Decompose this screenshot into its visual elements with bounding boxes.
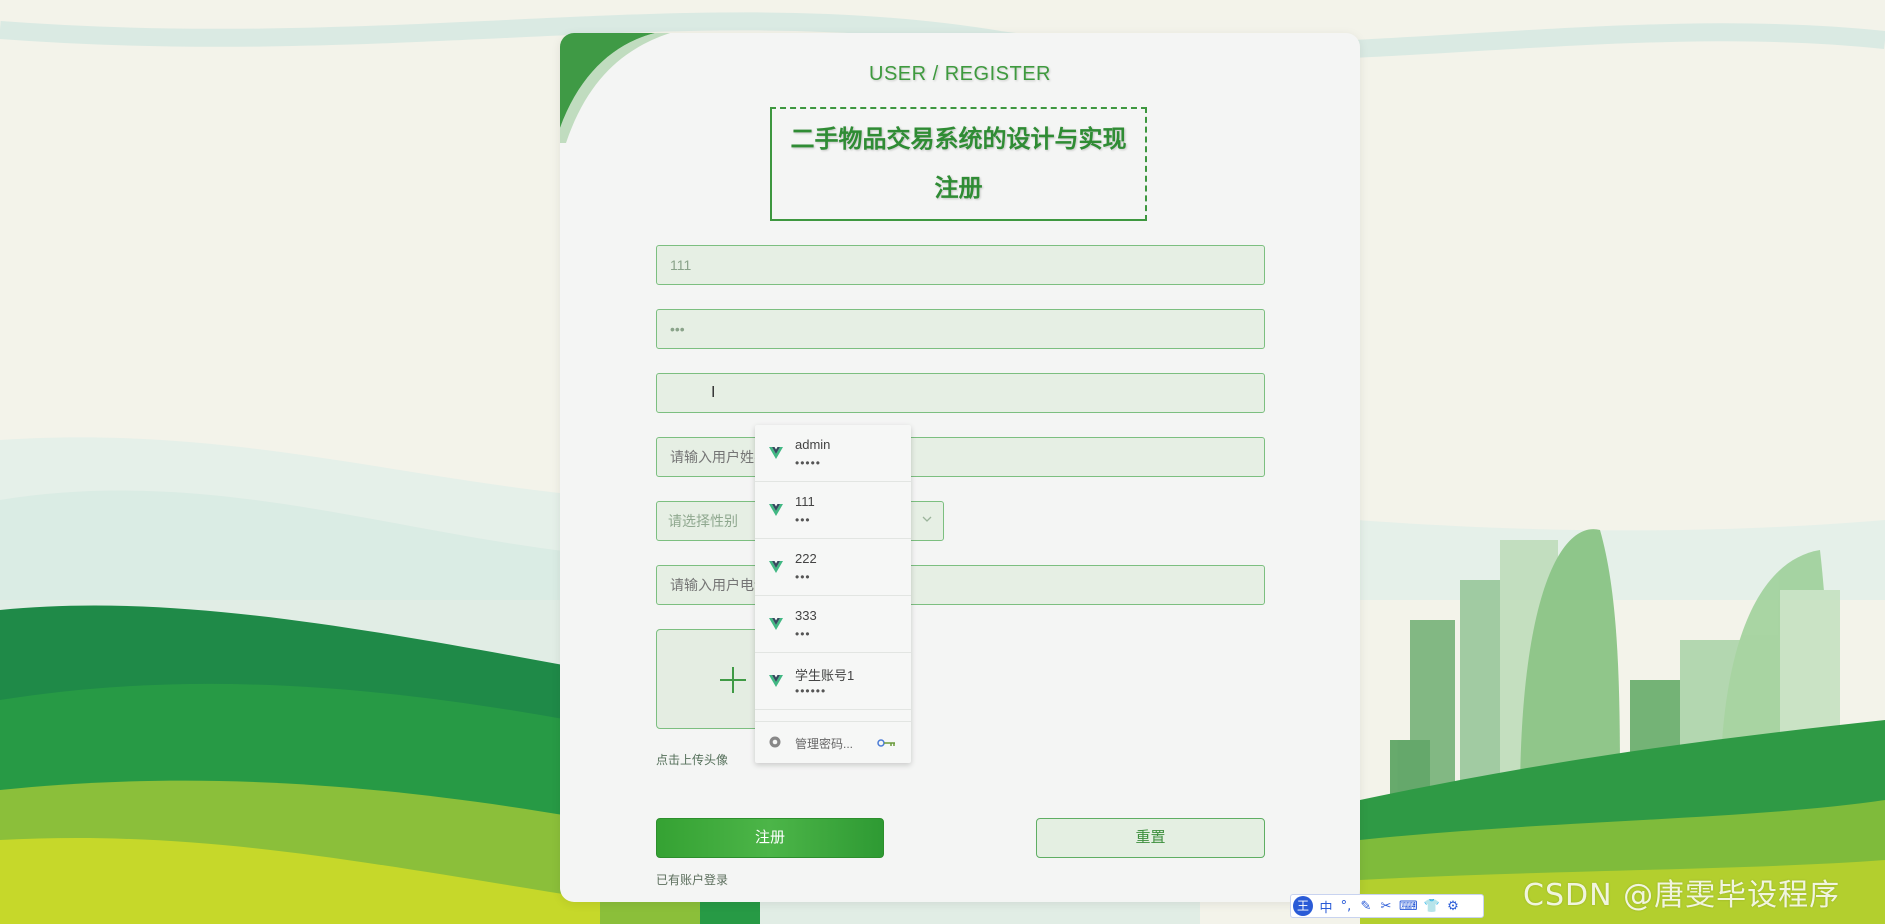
phone-input[interactable] bbox=[668, 576, 1239, 594]
username-field[interactable] bbox=[656, 245, 1265, 285]
phone-field[interactable] bbox=[656, 565, 1265, 605]
pen-icon[interactable]: ✎ bbox=[1359, 899, 1373, 914]
key-icon bbox=[877, 739, 895, 747]
punct-icon[interactable]: °, bbox=[1339, 899, 1353, 914]
autofill-password: ••• bbox=[795, 627, 811, 641]
page-title: 二手物品交易系统的设计与实现 bbox=[790, 125, 1127, 153]
confirm-password-field[interactable]: I bbox=[656, 373, 1265, 413]
ime-toolbar: 王 中 °, ✎ ✂ ⌨ 👕 ⚙ bbox=[1290, 894, 1484, 918]
autofill-password: •••••• bbox=[795, 684, 827, 698]
keyboard-icon[interactable]: ⌨ bbox=[1399, 899, 1418, 914]
page-title-sub: 注册 bbox=[934, 174, 983, 202]
autofill-username: 333 bbox=[795, 608, 817, 623]
vue-icon bbox=[769, 561, 783, 573]
autofill-item[interactable]: admin ••••• bbox=[755, 425, 911, 482]
upload-label: 点击上传头像 bbox=[656, 753, 729, 767]
card-corner-decoration bbox=[560, 33, 670, 143]
autofill-password: ••••• bbox=[795, 456, 822, 470]
vue-icon bbox=[769, 447, 783, 459]
vue-icon bbox=[769, 504, 783, 516]
ime-logo[interactable]: 王 bbox=[1293, 896, 1313, 916]
page-subtitle: USER / REGISTER bbox=[869, 63, 1051, 85]
autofill-password: ••• bbox=[795, 513, 811, 527]
vue-icon bbox=[769, 675, 783, 687]
chrome-icon bbox=[769, 736, 781, 748]
gear-icon[interactable]: ⚙ bbox=[1446, 899, 1460, 914]
register-card: USER / REGISTER 二手物品交易系统的设计与实现 注册 I 请选择性… bbox=[560, 33, 1360, 902]
autofill-item[interactable]: 222 ••• bbox=[755, 539, 911, 596]
name-input[interactable] bbox=[668, 448, 1239, 466]
vue-icon bbox=[769, 618, 783, 630]
autofill-item[interactable]: 学生账号1 •••••• bbox=[755, 653, 911, 710]
title-box: 二手物品交易系统的设计与实现 注册 bbox=[770, 107, 1147, 221]
autofill-username: 222 bbox=[795, 551, 817, 566]
username-input[interactable] bbox=[668, 256, 1239, 274]
autofill-username: 学生账号1 bbox=[795, 668, 855, 683]
gender-placeholder: 请选择性别 bbox=[668, 513, 738, 529]
autofill-item[interactable]: 111 ••• bbox=[755, 482, 911, 539]
chevron-down-icon bbox=[921, 502, 933, 540]
autofill-username: 111 bbox=[795, 494, 815, 509]
ime-mode[interactable]: 中 bbox=[1319, 897, 1333, 916]
autofill-username: admin bbox=[795, 437, 831, 452]
plus-icon bbox=[720, 667, 746, 693]
manage-passwords-item[interactable]: 管理密码... bbox=[755, 721, 911, 764]
watermark: CSDN @唐雯毕设程序 bbox=[1523, 878, 1841, 913]
autofill-item[interactable]: 333 ••• bbox=[755, 596, 911, 653]
register-button[interactable]: 注册 bbox=[656, 818, 884, 858]
password-field[interactable] bbox=[656, 309, 1265, 349]
reset-button[interactable]: 重置 bbox=[1036, 818, 1265, 858]
text-cursor-icon: I bbox=[711, 384, 716, 401]
login-link[interactable]: 已有账户登录 bbox=[656, 871, 728, 888]
shirt-icon[interactable]: 👕 bbox=[1424, 899, 1440, 914]
password-input[interactable] bbox=[668, 320, 1239, 338]
password-autofill-dropdown: admin ••••• 111 ••• 222 ••• 333 ••• 学生账号… bbox=[755, 425, 911, 763]
scissors-icon[interactable]: ✂ bbox=[1379, 899, 1393, 914]
confirm-password-input[interactable] bbox=[668, 384, 1239, 402]
autofill-password: ••• bbox=[795, 570, 811, 584]
name-field[interactable] bbox=[656, 437, 1265, 477]
manage-passwords-label: 管理密码... bbox=[795, 737, 854, 751]
